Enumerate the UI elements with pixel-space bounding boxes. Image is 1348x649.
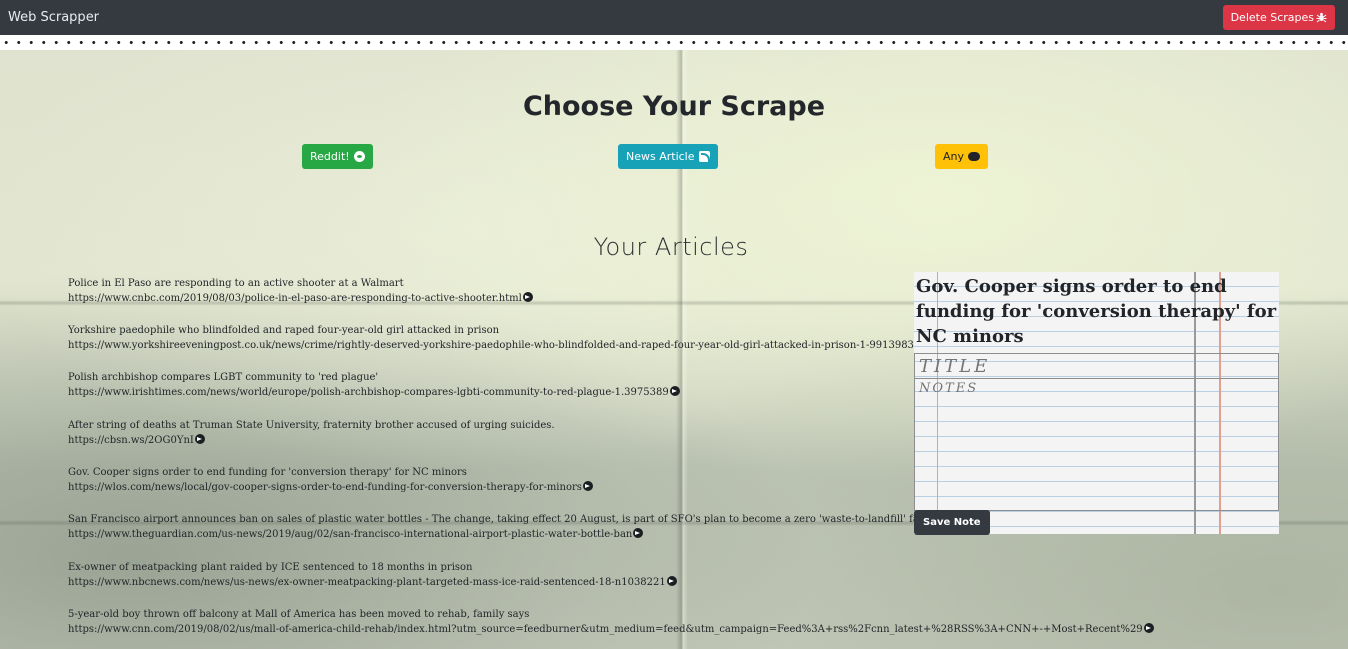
note-article-title: Gov. Cooper signs order to end funding f… — [916, 276, 1277, 347]
article-title[interactable]: Ex-owner of meatpacking plant raided by … — [68, 562, 473, 573]
save-note-button[interactable]: Save Note — [914, 510, 990, 535]
brand[interactable]: Web Scrapper — [8, 10, 99, 25]
note-body-input[interactable] — [914, 378, 1279, 511]
news-article-label: News Article — [626, 150, 695, 163]
spider-icon — [1316, 12, 1327, 23]
navbar: Web Scrapper Delete Scrapes — [0, 0, 1348, 35]
article-link[interactable]: https://www.cnbc.com/2019/08/03/police-i… — [68, 291, 533, 306]
article-url[interactable]: https://cbsn.ws/2OG0YnI — [68, 435, 194, 446]
arrow-circle-right-icon[interactable] — [194, 434, 205, 444]
any-button[interactable]: Any — [935, 144, 989, 169]
article-url[interactable]: https://www.cnbc.com/2019/08/03/police-i… — [68, 293, 522, 304]
arrow-circle-right-icon[interactable] — [582, 481, 593, 491]
article-title[interactable]: After string of deaths at Truman State U… — [68, 420, 555, 431]
reddit-icon — [353, 151, 365, 162]
article-item: Ex-owner of meatpacking plant raided by … — [68, 560, 677, 590]
delete-scrapes-button[interactable]: Delete Scrapes — [1222, 5, 1335, 30]
article-link[interactable]: https://www.nbcnews.com/news/us-news/ex-… — [68, 575, 677, 590]
any-label: Any — [943, 150, 965, 163]
article-item: After string of deaths at Truman State U… — [68, 418, 555, 448]
article-link[interactable]: https://cbsn.ws/2OG0YnI — [68, 433, 555, 448]
article-title[interactable]: Gov. Cooper signs order to end funding f… — [68, 467, 467, 478]
note-panel: Gov. Cooper signs order to end funding f… — [914, 272, 1279, 534]
article-link[interactable]: https://wlos.com/news/local/gov-cooper-s… — [68, 480, 593, 495]
arrow-circle-right-icon[interactable] — [522, 292, 533, 302]
article-item: 5-year-old boy thrown off balcony at Mal… — [68, 607, 1154, 637]
article-link[interactable]: https://www.cnn.com/2019/08/02/us/mall-o… — [68, 622, 1154, 637]
rss-icon — [698, 151, 710, 162]
article-link[interactable]: https://www.irishtimes.com/news/world/eu… — [68, 385, 680, 400]
arrow-circle-right-icon[interactable] — [1143, 623, 1154, 633]
article-title[interactable]: 5-year-old boy thrown off balcony at Mal… — [68, 609, 529, 620]
article-url[interactable]: https://www.nbcnews.com/news/us-news/ex-… — [68, 577, 666, 588]
article-item: Yorkshire paedophile who blindfolded and… — [68, 323, 925, 353]
reddit-label: Reddit! — [310, 150, 350, 163]
note-title-input[interactable] — [914, 353, 1279, 379]
article-url[interactable]: https://www.irishtimes.com/news/world/eu… — [68, 387, 669, 398]
news-article-button[interactable]: News Article — [618, 144, 718, 169]
arrow-circle-right-icon[interactable] — [669, 386, 680, 396]
page-title: Choose Your Scrape — [522, 91, 826, 122]
reddit-button[interactable]: Reddit! — [302, 144, 373, 169]
delete-scrapes-label: Delete Scrapes — [1230, 11, 1314, 24]
comments-icon — [968, 152, 981, 161]
stitched-border — [0, 35, 1348, 50]
article-url[interactable]: https://www.cnn.com/2019/08/02/us/mall-o… — [68, 624, 1143, 635]
article-item: Gov. Cooper signs order to end funding f… — [68, 465, 593, 495]
article-url[interactable]: https://wlos.com/news/local/gov-cooper-s… — [68, 482, 582, 493]
article-title[interactable]: Yorkshire paedophile who blindfolded and… — [68, 325, 499, 336]
article-item: San Francisco airport announces ban on s… — [68, 512, 988, 542]
article-link[interactable]: https://www.theguardian.com/us-news/2019… — [68, 527, 988, 542]
article-title[interactable]: Police in El Paso are responding to an a… — [68, 278, 404, 289]
arrow-circle-right-icon[interactable] — [666, 576, 677, 586]
article-url[interactable]: https://www.theguardian.com/us-news/2019… — [68, 529, 632, 540]
article-item: Polish archbishop compares LGBT communit… — [68, 370, 680, 400]
article-item: Police in El Paso are responding to an a… — [68, 276, 533, 306]
article-title[interactable]: San Francisco airport announces ban on s… — [68, 514, 988, 525]
article-link[interactable]: https://www.yorkshireeveningpost.co.uk/n… — [68, 338, 925, 353]
arrow-circle-right-icon[interactable] — [633, 528, 644, 538]
article-url[interactable]: https://www.yorkshireeveningpost.co.uk/n… — [68, 340, 914, 351]
article-title[interactable]: Polish archbishop compares LGBT communit… — [68, 372, 378, 383]
articles-heading: Your Articles — [593, 233, 749, 261]
